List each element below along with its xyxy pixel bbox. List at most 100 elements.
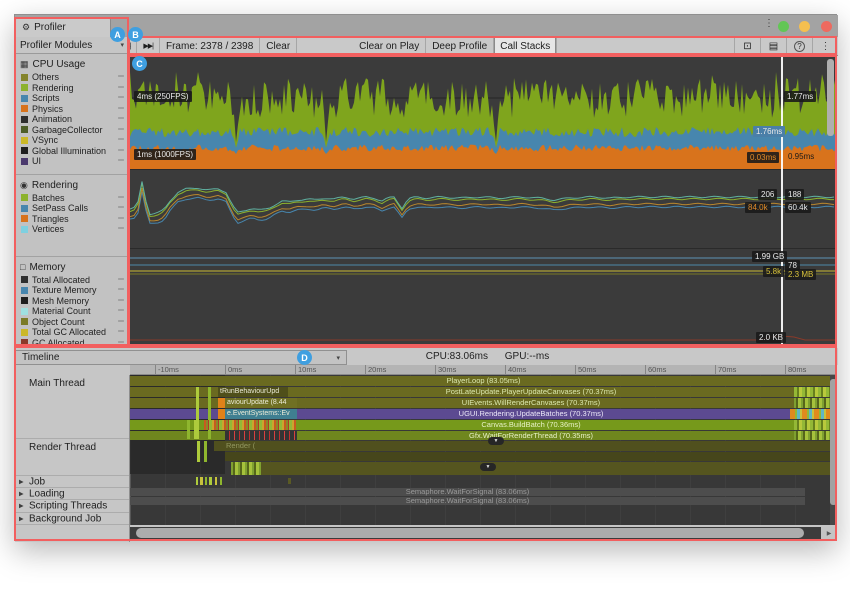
profiler-modules-label: Profiler Modules xyxy=(20,40,92,51)
legend-item-global-illumination[interactable]: Global Illumination＝ xyxy=(15,146,129,157)
thread-row-background-job[interactable]: ▶Background Job xyxy=(15,513,129,525)
legend-item-physics[interactable]: Physics＝ xyxy=(15,104,129,115)
legend-item-setpass-calls[interactable]: SetPass Calls＝ xyxy=(15,203,129,214)
legend-item-rendering[interactable]: Rendering＝ xyxy=(15,83,129,94)
legend-item-mesh-memory[interactable]: Mesh Memory＝ xyxy=(15,296,129,307)
cpu-usage-chart[interactable] xyxy=(130,56,837,169)
expand-marker[interactable]: ▼ xyxy=(488,437,504,445)
legend-item-others[interactable]: Others＝ xyxy=(15,72,129,83)
chip-eventsystems[interactable]: e.EventSystems::Ev xyxy=(225,409,297,419)
legend-item-total-allocated[interactable]: Total Allocated＝ xyxy=(15,275,129,286)
expand-marker[interactable]: ▼ xyxy=(480,463,496,471)
thread-row-main-thread[interactable]: Main Thread xyxy=(15,375,129,439)
traffic-light-red[interactable] xyxy=(821,21,832,32)
clear-on-play-toggle[interactable]: Clear on Play xyxy=(353,37,426,55)
drag-handle-icon[interactable]: ＝ xyxy=(117,72,129,83)
timeline-segment xyxy=(196,477,198,485)
drag-handle-icon[interactable]: ＝ xyxy=(117,104,129,115)
module-header-cpu-usage[interactable]: ▦CPU Usage xyxy=(15,57,129,72)
legend-color-swatch xyxy=(21,116,28,123)
legend-item-garbagecollector[interactable]: GarbageCollector＝ xyxy=(15,125,129,136)
drag-handle-icon[interactable]: ＝ xyxy=(117,275,129,286)
timeline-canvas[interactable]: PlayerLoop (83.05ms)PostLateUpdate.Playe… xyxy=(130,375,837,525)
drag-handle-icon[interactable]: ＝ xyxy=(117,338,129,347)
timeline-hscroll-thumb[interactable] xyxy=(136,528,804,538)
legend-item-ui[interactable]: UI＝ xyxy=(15,156,129,167)
profiler-gear-icon: ⚙ xyxy=(22,22,30,33)
ruler-tick-10ms: 10ms xyxy=(295,365,316,374)
modules-list: ▦CPU UsageOthers＝Rendering＝Scripts＝Physi… xyxy=(15,54,129,346)
thread-row-loading[interactable]: ▶Loading xyxy=(15,488,129,500)
clear-button[interactable]: Clear xyxy=(260,37,297,55)
call-stacks-toggle[interactable]: Call Stacks xyxy=(494,37,557,55)
chip-runbehaviourupdate[interactable]: tRunBehaviourUpd xyxy=(218,387,288,397)
drag-handle-icon[interactable]: ＝ xyxy=(117,125,129,136)
traffic-light-green[interactable] xyxy=(778,21,789,32)
drag-handle-icon[interactable]: ＝ xyxy=(117,83,129,94)
legend-item-animation[interactable]: Animation＝ xyxy=(15,114,129,125)
module-header-memory[interactable]: □Memory xyxy=(15,260,129,275)
timeline-hscroll-corner[interactable]: ▶ xyxy=(821,527,837,539)
drag-handle-icon[interactable]: ＝ xyxy=(117,193,129,204)
bar-render-thread-3[interactable] xyxy=(231,462,837,475)
drag-handle-icon[interactable]: ＝ xyxy=(117,156,129,167)
drag-handle-icon[interactable]: ＝ xyxy=(117,114,129,125)
chip-orange-seg[interactable] xyxy=(218,409,225,419)
thread-row-scripting-threads[interactable]: ▶Scripting Threads xyxy=(15,500,129,513)
collapse-arrow-icon[interactable]: ▶ xyxy=(19,503,24,510)
selected-frame-indicator[interactable] xyxy=(781,56,783,346)
legend-item-vsync[interactable]: VSync＝ xyxy=(15,135,129,146)
bar-semaphore-1[interactable]: Semaphore.WaitForSignal (83.06ms) xyxy=(130,488,805,496)
legend-item-material-count[interactable]: Material Count＝ xyxy=(15,306,129,317)
legend-item-triangles[interactable]: Triangles＝ xyxy=(15,214,129,225)
bar-label: Semaphore.WaitForSignal (83.06ms) xyxy=(130,488,805,496)
save-profile-button[interactable]: ▤ xyxy=(760,37,786,55)
drag-handle-icon[interactable]: ＝ xyxy=(117,146,129,157)
chip-orange-seg[interactable] xyxy=(218,398,225,408)
tab-profiler[interactable]: ⚙ Profiler xyxy=(15,17,111,37)
legend-item-total-gc-allocated[interactable]: Total GC Allocated＝ xyxy=(15,327,129,338)
thread-row-job[interactable]: ▶Job xyxy=(15,476,129,488)
bar-semaphore-2[interactable]: Semaphore.WaitForSignal (83.06ms) xyxy=(130,497,805,505)
legend-item-vertices[interactable]: Vertices＝ xyxy=(15,224,129,235)
drag-handle-icon[interactable]: ＝ xyxy=(117,327,129,338)
drag-handle-icon[interactable]: ＝ xyxy=(117,135,129,146)
bar-render-thread-2[interactable] xyxy=(225,452,837,461)
legend-item-texture-memory[interactable]: Texture Memory＝ xyxy=(15,285,129,296)
timeline-vscroll-thumb[interactable] xyxy=(830,379,837,505)
drag-handle-icon[interactable]: ＝ xyxy=(117,93,129,104)
charts-vertical-scrollbar[interactable] xyxy=(827,59,834,136)
help-button[interactable]: ? xyxy=(786,37,812,55)
legend-item-gc-allocated[interactable]: GC Allocated＝ xyxy=(15,338,129,347)
legend-item-object-count[interactable]: Object Count＝ xyxy=(15,317,129,328)
drag-handle-icon[interactable]: ＝ xyxy=(117,203,129,214)
drag-handle-icon[interactable]: ＝ xyxy=(117,224,129,235)
legend-item-scripts[interactable]: Scripts＝ xyxy=(15,93,129,104)
chip-behaviourupdate[interactable]: aviourUpdate (8.44 xyxy=(225,398,297,408)
bar-render-thread[interactable]: Render ( xyxy=(214,441,837,451)
drag-handle-icon[interactable]: ＝ xyxy=(117,296,129,307)
load-profile-button[interactable]: ⊡ xyxy=(734,37,760,55)
drag-handle-icon[interactable]: ＝ xyxy=(117,285,129,296)
traffic-light-yellow[interactable] xyxy=(799,21,810,32)
thread-row-render-thread[interactable]: Render Thread xyxy=(15,439,129,476)
rendering-chart[interactable] xyxy=(130,169,837,248)
timeline-hscroll-track[interactable]: ▶ xyxy=(130,527,837,539)
module-header-rendering[interactable]: ◉Rendering xyxy=(15,178,129,193)
timeline-ruler[interactable]: -10ms0ms10ms20ms30ms40ms50ms60ms70ms80ms xyxy=(130,365,837,375)
memory-chart[interactable] xyxy=(130,248,837,346)
collapse-arrow-icon[interactable]: ▶ xyxy=(19,478,24,485)
deep-profile-toggle[interactable]: Deep Profile xyxy=(426,37,494,55)
legend-item-batches[interactable]: Batches＝ xyxy=(15,193,129,204)
load-icon: ⊡ xyxy=(743,41,751,52)
window-menu-icon[interactable]: ⋮ xyxy=(764,18,774,29)
drag-handle-icon[interactable]: ＝ xyxy=(117,317,129,328)
legend-item-label: SetPass Calls xyxy=(32,203,117,214)
collapse-arrow-icon[interactable]: ▶ xyxy=(19,490,24,497)
bar-playerloop[interactable]: PlayerLoop (83.05ms) xyxy=(130,376,837,386)
collapse-arrow-icon[interactable]: ▶ xyxy=(19,515,24,522)
drag-handle-icon[interactable]: ＝ xyxy=(117,214,129,225)
toolbar-more-button[interactable]: ⋮ xyxy=(812,37,838,55)
rendering-value-setpass: 188 xyxy=(785,189,804,200)
drag-handle-icon[interactable]: ＝ xyxy=(117,306,129,317)
